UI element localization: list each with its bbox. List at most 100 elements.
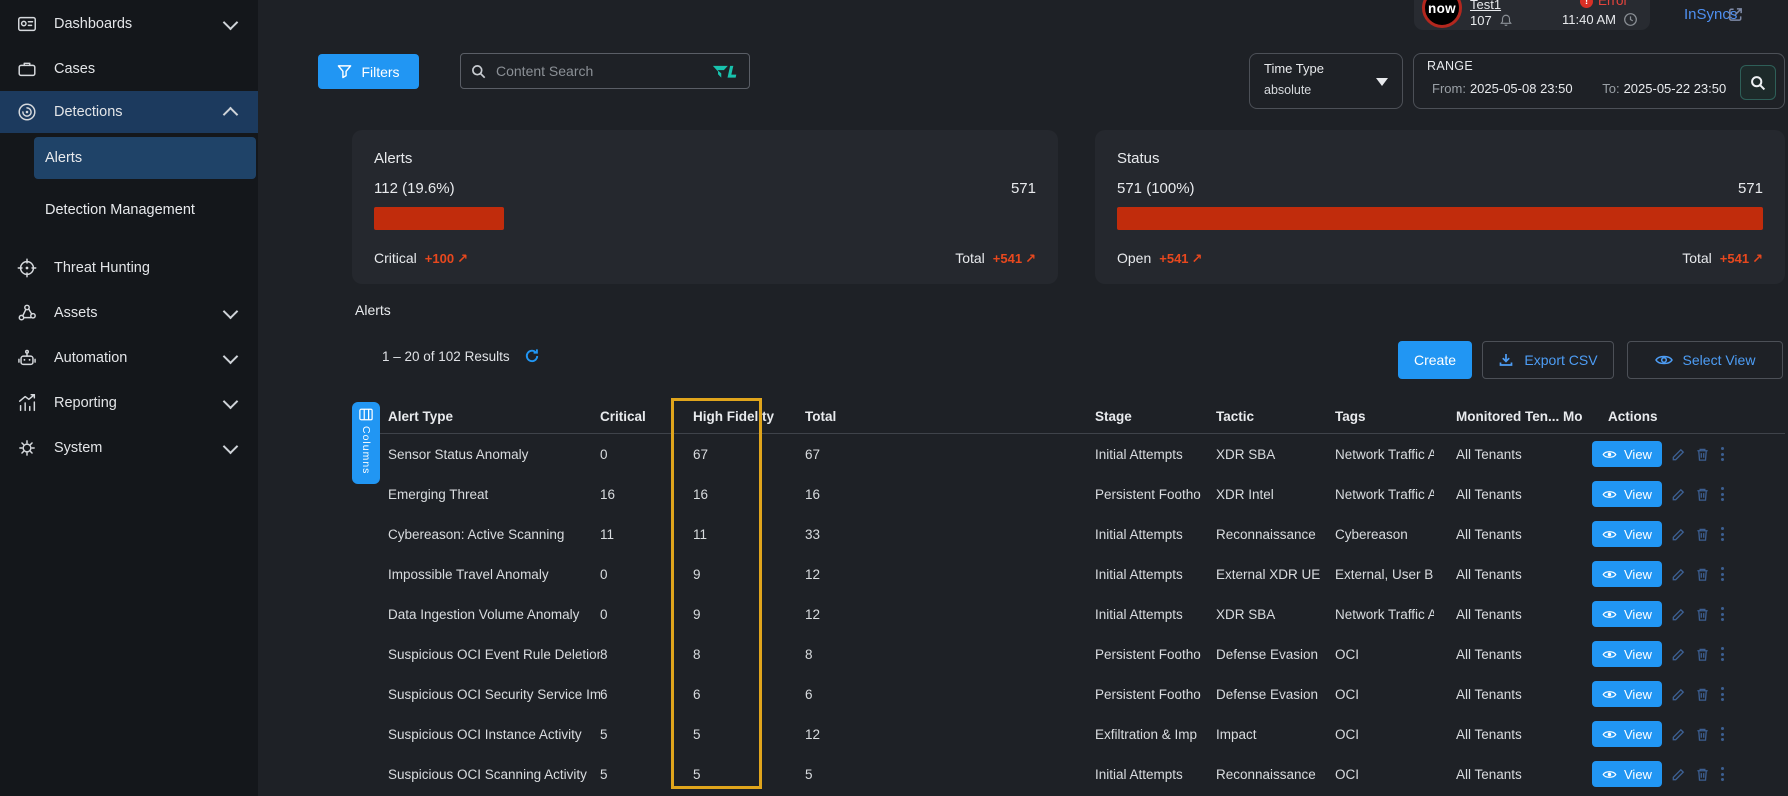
cell-monitored-tenants: All Tenants <box>1434 487 1563 502</box>
more-actions-icon[interactable] <box>1719 445 1726 463</box>
chevron-down-icon <box>223 348 239 364</box>
more-actions-icon[interactable] <box>1719 565 1726 583</box>
column-header-alert-type[interactable]: Alert Type <box>352 409 600 424</box>
create-button[interactable]: Create <box>1398 341 1472 379</box>
sidebar-item-automation[interactable]: Automation <box>0 337 258 379</box>
delete-icon[interactable] <box>1695 527 1710 542</box>
trend-value[interactable]: +541↗ <box>1720 251 1763 266</box>
columns-button[interactable]: Columns <box>352 402 380 484</box>
trend-value[interactable]: +541↗ <box>993 251 1036 266</box>
column-header-monitored-tenants[interactable]: Monitored Ten... <box>1434 409 1563 424</box>
refresh-icon[interactable] <box>524 348 540 364</box>
bell-icon[interactable] <box>1499 13 1513 33</box>
more-actions-icon[interactable] <box>1719 765 1726 783</box>
time-type-label: Time Type <box>1264 61 1324 76</box>
column-header-tactic[interactable]: Tactic <box>1208 409 1321 424</box>
tenant-link[interactable]: Test1 <box>1470 0 1501 12</box>
view-button[interactable]: View <box>1592 601 1662 627</box>
delete-icon[interactable] <box>1695 687 1710 702</box>
sidebar-item-threat-hunting[interactable]: Threat Hunting <box>0 247 258 289</box>
time-type-dropdown[interactable]: Time Type absolute <box>1249 53 1403 109</box>
columns-icon <box>359 408 373 421</box>
delete-icon[interactable] <box>1695 647 1710 662</box>
edit-icon[interactable] <box>1671 607 1686 622</box>
sidebar-item-assets[interactable]: Assets <box>0 292 258 334</box>
cell-actions: View <box>1592 441 1785 467</box>
edit-icon[interactable] <box>1671 687 1686 702</box>
more-actions-icon[interactable] <box>1719 525 1726 543</box>
cell-tactic: Reconnaissance <box>1208 527 1321 542</box>
more-actions-icon[interactable] <box>1719 605 1726 623</box>
delete-icon[interactable] <box>1695 607 1710 622</box>
cell-actions: View <box>1592 601 1785 627</box>
view-button[interactable]: View <box>1592 761 1662 787</box>
edit-icon[interactable] <box>1671 487 1686 502</box>
sidebar-item-dashboards[interactable]: Dashboards <box>0 3 258 45</box>
cell-actions: View <box>1592 681 1785 707</box>
sidebar-item-alerts[interactable]: Alerts <box>34 137 256 179</box>
delete-icon[interactable] <box>1695 447 1710 462</box>
more-actions-icon[interactable] <box>1719 485 1726 503</box>
view-button[interactable]: View <box>1592 481 1662 507</box>
column-header-stage[interactable]: Stage <box>1095 409 1208 424</box>
view-button[interactable]: View <box>1592 641 1662 667</box>
cell-critical: 0 <box>600 567 693 582</box>
sidebar-item-detections[interactable]: Detections <box>0 91 258 133</box>
view-button[interactable]: View <box>1592 561 1662 587</box>
range-search-button[interactable] <box>1740 65 1776 100</box>
edit-icon[interactable] <box>1671 447 1686 462</box>
trend-value[interactable]: +100↗ <box>425 251 468 266</box>
more-actions-icon[interactable] <box>1719 645 1726 663</box>
external-link-icon[interactable] <box>1727 6 1744 28</box>
cell-stage: Initial Attempts <box>1095 767 1208 782</box>
cell-high-fidelity: 6 <box>693 687 805 702</box>
select-view-button[interactable]: Select View <box>1627 341 1783 379</box>
cell-tactic: XDR SBA <box>1208 607 1321 622</box>
column-header-critical[interactable]: Critical <box>600 409 693 424</box>
delete-icon[interactable] <box>1695 567 1710 582</box>
edit-icon[interactable] <box>1671 527 1686 542</box>
cell-monitored-tenants: All Tenants <box>1434 527 1563 542</box>
view-button[interactable]: View <box>1592 441 1662 467</box>
delete-icon[interactable] <box>1695 487 1710 502</box>
edit-icon[interactable] <box>1671 727 1686 742</box>
trend-up-arrow-icon: ↗ <box>457 251 468 266</box>
table-row: Sensor Status Anomaly 0 67 67 Initial At… <box>352 434 1785 474</box>
sidebar-item-detection-management[interactable]: Detection Management <box>34 189 256 231</box>
trend-value[interactable]: +541↗ <box>1159 251 1202 266</box>
view-button[interactable]: View <box>1592 521 1662 547</box>
edit-icon[interactable] <box>1671 767 1686 782</box>
cell-tags: OCI <box>1321 687 1434 702</box>
view-button[interactable]: View <box>1592 721 1662 747</box>
column-header-total[interactable]: Total <box>805 409 1095 424</box>
lucene-query-icon[interactable] <box>711 63 739 80</box>
column-header-high-fidelity[interactable]: High Fidelity <box>693 409 805 424</box>
edit-icon[interactable] <box>1671 567 1686 582</box>
column-header-mo[interactable]: Mo <box>1563 409 1592 424</box>
more-actions-icon[interactable] <box>1719 685 1726 703</box>
delete-icon[interactable] <box>1695 727 1710 742</box>
range-to-value: 2025-05-22 23:50 <box>1624 81 1727 96</box>
error-status: Error <box>1598 0 1628 8</box>
funnel-icon <box>337 64 352 79</box>
results-summary: 1 – 20 of 102 Results <box>382 348 540 364</box>
cell-alert-type: Suspicious OCI Instance Activity <box>352 727 600 742</box>
sidebar-item-cases[interactable]: Cases <box>0 48 258 90</box>
search-input[interactable] <box>494 62 711 80</box>
export-csv-button[interactable]: Export CSV <box>1482 341 1614 379</box>
cell-monitored-tenants: All Tenants <box>1434 447 1563 462</box>
card-footer-left-label: Open <box>1117 250 1151 266</box>
range-values[interactable]: From:2025-05-08 23:50 To:2025-05-22 23:5… <box>1432 81 1726 96</box>
report-chart-icon <box>16 392 38 414</box>
delete-icon[interactable] <box>1695 767 1710 782</box>
view-button[interactable]: View <box>1592 681 1662 707</box>
chevron-down-icon <box>223 438 239 454</box>
more-actions-icon[interactable] <box>1719 725 1726 743</box>
filters-button[interactable]: Filters <box>318 54 419 89</box>
sidebar-item-reporting[interactable]: Reporting <box>0 382 258 424</box>
sidebar-item-system[interactable]: System <box>0 427 258 469</box>
content-search-box <box>460 53 750 89</box>
edit-icon[interactable] <box>1671 647 1686 662</box>
column-header-tags[interactable]: Tags <box>1321 409 1434 424</box>
trend-up-arrow-icon: ↗ <box>1025 251 1036 266</box>
